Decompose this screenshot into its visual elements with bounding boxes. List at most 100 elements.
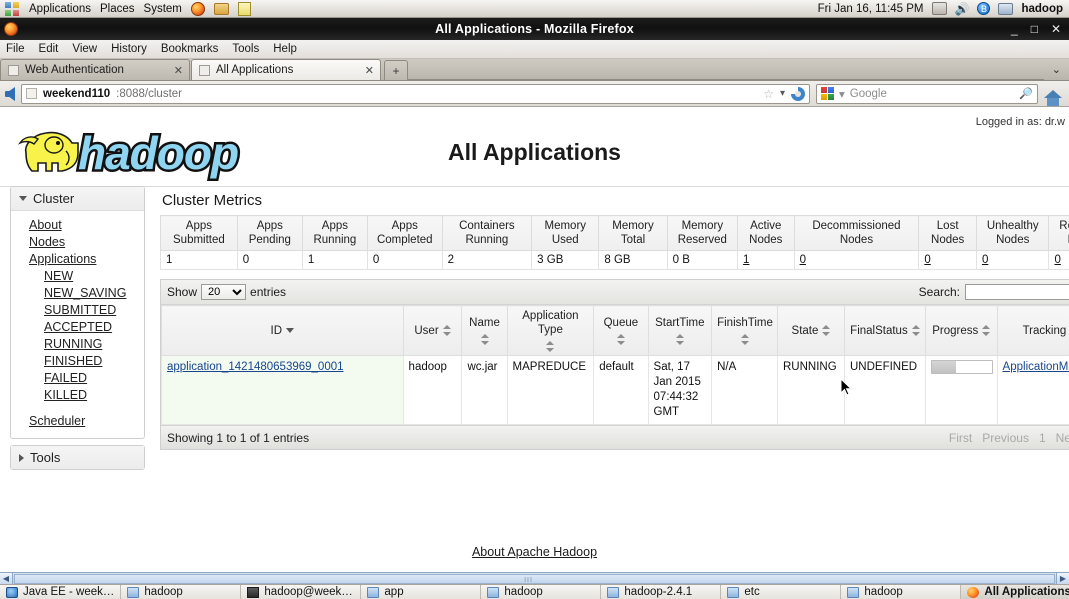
scrollbar-grip[interactable]: III <box>524 577 533 584</box>
taskbar-item-etc[interactable]: etc <box>721 585 842 599</box>
display-icon[interactable] <box>998 2 1014 15</box>
sidebar-item-scheduler[interactable]: Scheduler <box>11 413 144 430</box>
panel-clock[interactable]: Fri Jan 16, 11:45 PM <box>818 3 924 15</box>
volume-icon[interactable]: 🔊 <box>955 3 970 15</box>
cell-name: wc.jar <box>461 355 508 425</box>
column-header-finishtime[interactable]: FinishTime <box>711 305 778 356</box>
sidebar-item-nodes[interactable]: Nodes <box>11 234 144 251</box>
firefox-launcher-icon[interactable] <box>190 1 205 16</box>
panel-user-name[interactable]: hadoop <box>1021 3 1063 15</box>
menu-tools[interactable]: Tools <box>225 43 266 55</box>
sidebar-item-failed[interactable]: FAILED <box>11 370 144 387</box>
page-length-select[interactable]: 20 40 60 80 100 <box>201 284 247 300</box>
sidebar-item-killed[interactable]: KILLED <box>11 387 144 404</box>
taskbar-item-app[interactable]: app <box>361 585 482 599</box>
tab-list-chevron-down-icon[interactable]: ⌄ <box>1044 63 1069 76</box>
sidebar-item-about[interactable]: About <box>11 217 144 234</box>
window-list-scroll-strip[interactable]: ◀ III ▶ <box>0 572 1069 584</box>
metric-value-lost-nodes[interactable]: 0 <box>924 254 930 266</box>
datatable-search-input[interactable] <box>965 284 1069 300</box>
column-header-queue[interactable]: Queue <box>593 305 649 356</box>
application-id-link[interactable]: application_1421480653969_0001 <box>167 361 344 373</box>
pagination-previous[interactable]: Previous <box>982 431 1029 445</box>
menu-places[interactable]: Places <box>100 3 135 15</box>
menu-bookmarks[interactable]: Bookmarks <box>154 43 226 55</box>
search-bar[interactable]: ▾ Google 🔎 <box>816 83 1038 104</box>
reload-icon[interactable] <box>791 86 805 101</box>
tracking-ui-link[interactable]: ApplicationMaster <box>1003 361 1069 373</box>
column-header-progress[interactable]: Progress <box>924 305 998 356</box>
sidebar-item-running[interactable]: RUNNING <box>11 336 144 353</box>
column-header-finalstatus[interactable]: FinalStatus <box>844 305 926 356</box>
taskbar-item-hadoop-3[interactable]: hadoop <box>841 585 962 599</box>
cell-state: RUNNING <box>776 355 846 425</box>
column-header-id[interactable]: ID <box>161 305 404 356</box>
help-launcher-icon[interactable] <box>213 2 229 15</box>
sort-both-icon <box>675 334 684 345</box>
taskbar-item-terminal[interactable]: hadoop@week… <box>241 585 362 599</box>
menu-applications[interactable]: Applications <box>29 3 91 15</box>
bookmark-star-icon[interactable]: ☆ <box>763 87 774 101</box>
column-header-starttime[interactable]: StartTime <box>647 305 713 356</box>
menu-system[interactable]: System <box>144 3 182 15</box>
menu-file[interactable]: File <box>0 43 32 55</box>
window-maximize-button[interactable]: □ <box>1031 22 1038 36</box>
sidebar-item-applications[interactable]: Applications <box>11 251 144 268</box>
search-engine-chevron-down-icon[interactable]: ▾ <box>839 87 845 101</box>
menu-help[interactable]: Help <box>266 43 304 55</box>
pagination-first[interactable]: First <box>949 431 972 445</box>
logged-in-label: Logged in as: dr.w <box>975 116 1065 128</box>
tab-close-icon[interactable]: ✕ <box>365 64 374 77</box>
column-header-state[interactable]: State <box>776 305 846 356</box>
column-header-tracking-ui[interactable]: Tracking UI <box>996 305 1069 356</box>
applications-header-row: ID User Name Application Type Queue Star… <box>161 305 1069 356</box>
window-minimize-button[interactable]: _ <box>1011 22 1018 36</box>
tab-web-authentication[interactable]: Web Authentication ✕ <box>0 59 190 80</box>
taskbar-item-hadoop-1[interactable]: hadoop <box>121 585 242 599</box>
cell-user: hadoop <box>402 355 463 425</box>
taskbar-item-java-ee[interactable]: Java EE - week… <box>0 585 122 599</box>
scrollbar-track[interactable]: III <box>14 573 1055 584</box>
tab-close-icon[interactable]: ✕ <box>174 64 183 77</box>
chevron-down-icon <box>19 196 27 201</box>
menu-edit[interactable]: Edit <box>32 43 66 55</box>
sidebar-cluster-title: Cluster <box>33 191 75 206</box>
sidebar-item-finished[interactable]: FINISHED <box>11 353 144 370</box>
taskbar-item-all-applications[interactable]: All Applications <box>961 585 1069 599</box>
menu-history[interactable]: History <box>104 43 154 55</box>
search-go-icon[interactable]: 🔎 <box>1019 87 1033 100</box>
sidebar-cluster-header[interactable]: Cluster <box>11 187 144 211</box>
search-input[interactable]: Google <box>850 88 887 100</box>
url-dropdown-chevron-down-icon[interactable]: ▾ <box>780 88 785 99</box>
metric-value-active-nodes[interactable]: 1 <box>743 254 749 266</box>
metric-value-decommissioned-nodes[interactable]: 0 <box>800 254 806 266</box>
metric-value-unhealthy-nodes[interactable]: 0 <box>982 254 988 266</box>
menu-view[interactable]: View <box>65 43 104 55</box>
new-tab-button[interactable]: + <box>384 60 408 80</box>
window-close-button[interactable]: ✕ <box>1051 22 1061 36</box>
metric-header-apps-running: Apps Running <box>301 215 368 251</box>
sidebar-item-accepted[interactable]: ACCEPTED <box>11 319 144 336</box>
scroll-left-icon[interactable]: ◀ <box>0 573 13 584</box>
notes-launcher-icon[interactable] <box>237 1 251 16</box>
tab-all-applications[interactable]: All Applications ✕ <box>191 59 381 80</box>
network-icon[interactable] <box>931 2 947 15</box>
bluetooth-icon[interactable]: B <box>977 2 991 15</box>
pagination-next[interactable]: Next <box>1056 431 1069 445</box>
sidebar-item-new[interactable]: NEW <box>11 268 144 285</box>
home-button-icon[interactable] <box>1044 89 1062 106</box>
column-header-name[interactable]: Name <box>461 305 508 356</box>
scroll-right-icon[interactable]: ▶ <box>1056 573 1069 584</box>
about-apache-hadoop-link[interactable]: About Apache Hadoop <box>0 545 1069 559</box>
sidebar-item-new-saving[interactable]: NEW_SAVING <box>11 285 144 302</box>
column-header-application-type[interactable]: Application Type <box>506 305 595 356</box>
back-button-icon[interactable] <box>5 86 15 101</box>
sidebar-item-submitted[interactable]: SUBMITTED <box>11 302 144 319</box>
taskbar-item-hadoop-241[interactable]: hadoop-2.4.1 <box>601 585 722 599</box>
metric-value-rebooted-nodes[interactable]: 0 <box>1054 254 1060 266</box>
taskbar-item-hadoop-2[interactable]: hadoop <box>481 585 602 599</box>
column-header-user[interactable]: User <box>402 305 463 356</box>
pagination-page-1[interactable]: 1 <box>1039 431 1046 445</box>
sidebar-tools-header[interactable]: Tools <box>11 446 144 469</box>
url-bar[interactable]: weekend110 :8088/cluster ☆ ▾ <box>21 83 810 104</box>
